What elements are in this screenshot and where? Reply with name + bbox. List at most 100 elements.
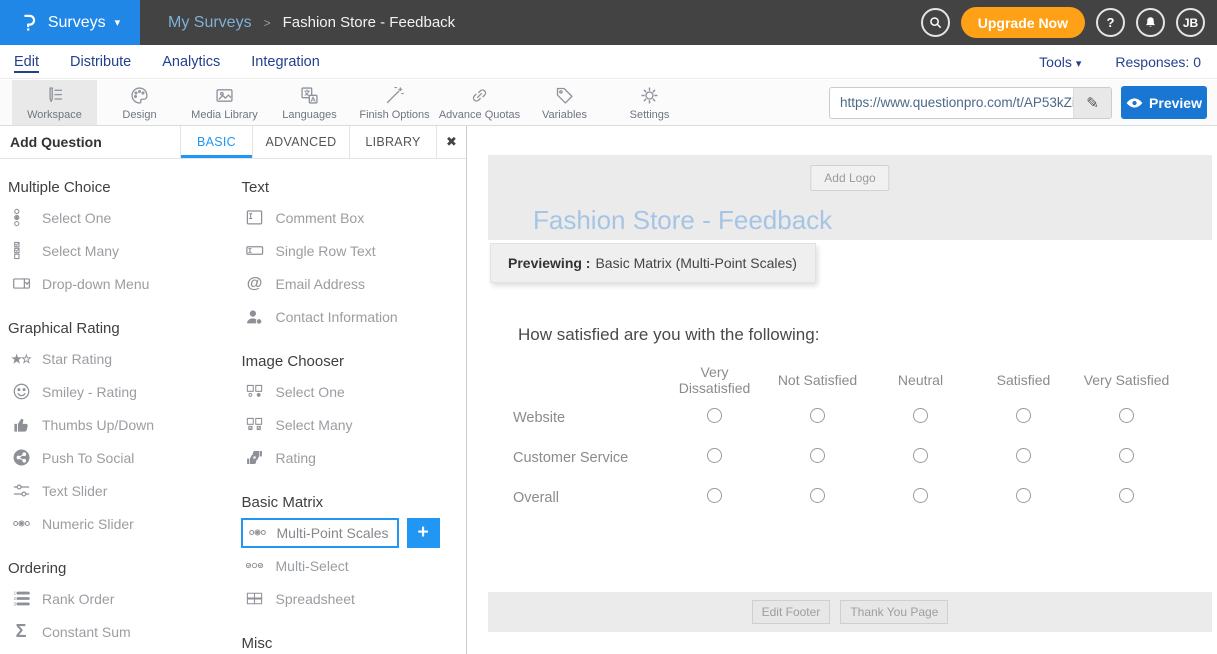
tab-advanced[interactable]: ADVANCED	[252, 126, 349, 158]
rank-list-icon: 123	[8, 589, 34, 608]
radio-button[interactable]	[913, 488, 928, 503]
qtype-push-to-social[interactable]: Push To Social	[0, 441, 234, 474]
toolbar-media-library[interactable]: Media Library	[182, 80, 267, 125]
dropdown-icon	[8, 274, 34, 293]
section-multiple-choice: Multiple Choice	[8, 179, 234, 197]
questionpro-logo-icon	[20, 13, 39, 32]
edit-url-button[interactable]: ✎	[1073, 88, 1111, 118]
toolbar-workspace[interactable]: Workspace	[12, 80, 97, 125]
close-panel-button[interactable]: ✖	[436, 126, 466, 158]
wand-icon	[384, 85, 405, 106]
column-header: Neutral	[869, 362, 972, 398]
radio-button[interactable]	[1016, 408, 1031, 423]
radio-button[interactable]	[810, 408, 825, 423]
qtype-email-address[interactable]: @ Email Address	[234, 267, 467, 300]
qtype-thumbs-updown[interactable]: Thumbs Up/Down	[0, 408, 234, 441]
svg-text:2: 2	[13, 596, 16, 602]
nav-items: Edit Distribute Analytics Integration	[0, 54, 320, 70]
top-bar: Surveys ▾ My Surveys > Fashion Store - F…	[0, 0, 1217, 45]
toolbar-finish-options[interactable]: Finish Options	[352, 80, 437, 125]
qtype-image-select-many[interactable]: Select Many	[234, 408, 467, 441]
qtype-dropdown-menu[interactable]: Drop-down Menu	[0, 267, 234, 300]
search-button[interactable]	[921, 8, 950, 37]
tab-distribute[interactable]: Distribute	[70, 54, 131, 70]
selected-question-type[interactable]: Multi-Point Scales	[241, 518, 399, 548]
notifications-button[interactable]	[1136, 8, 1165, 37]
matrix-header-row: Very Dissatisfied Not Satisfied Neutral …	[513, 362, 1178, 398]
section-image-chooser: Image Chooser	[242, 353, 467, 371]
breadcrumb-survey-name: Fashion Store - Feedback	[283, 14, 456, 31]
tools-menu[interactable]: Tools▾	[1039, 54, 1081, 70]
upgrade-now-button[interactable]: Upgrade Now	[961, 7, 1085, 38]
qtype-constant-sum[interactable]: Σ Constant Sum	[0, 615, 234, 648]
survey-url-input[interactable]	[830, 88, 1073, 118]
radio-button[interactable]	[913, 448, 928, 463]
qtype-spreadsheet[interactable]: Spreadsheet	[234, 582, 467, 615]
edit-footer-button[interactable]: Edit Footer	[752, 600, 831, 624]
qtype-numeric-slider[interactable]: Numeric Slider	[0, 507, 234, 540]
chevron-down-icon: ▾	[1076, 58, 1082, 70]
svg-text:1: 1	[13, 591, 16, 597]
add-question-plus-button[interactable]: +	[407, 518, 440, 548]
qtype-multi-select[interactable]: Multi-Select	[234, 549, 467, 582]
column-header: Very Satisfied	[1075, 362, 1178, 398]
qtype-image-rating[interactable]: Rating	[234, 441, 467, 474]
row-label: Customer Service	[513, 438, 663, 478]
tab-integration[interactable]: Integration	[251, 54, 320, 70]
tab-basic[interactable]: BASIC	[180, 126, 252, 158]
radio-button[interactable]	[1016, 448, 1031, 463]
qtype-text-slider[interactable]: Text Slider	[0, 474, 234, 507]
toolbar-settings[interactable]: Settings	[607, 80, 692, 125]
qtype-comment-box[interactable]: Comment Box	[234, 201, 467, 234]
radio-button[interactable]	[810, 448, 825, 463]
add-logo-button[interactable]: Add Logo	[810, 165, 889, 191]
qtype-contact-information[interactable]: Contact Information	[234, 300, 467, 333]
qtype-rank-order[interactable]: 123 Rank Order	[0, 582, 234, 615]
svg-text:3: 3	[13, 602, 16, 608]
radio-button[interactable]	[1119, 448, 1134, 463]
responses-count[interactable]: Responses: 0	[1115, 54, 1201, 70]
survey-preview-region: Add Logo Fashion Store - Feedback Previe…	[468, 126, 1217, 654]
breadcrumb-my-surveys[interactable]: My Surveys	[168, 14, 252, 32]
qtype-select-many[interactable]: Select Many	[0, 234, 234, 267]
qtype-partial-clipped[interactable]	[0, 648, 234, 654]
qtype-multi-point-scales[interactable]: Multi-Point Scales +	[234, 516, 467, 549]
single-row-icon	[242, 241, 268, 260]
survey-body: Previewing : Basic Matrix (Multi-Point S…	[488, 240, 1212, 592]
radio-button[interactable]	[810, 488, 825, 503]
panel-header: Add Question BASIC ADVANCED LIBRARY ✖	[0, 126, 466, 159]
chain-links-icon	[469, 85, 490, 106]
preview-button[interactable]: Preview	[1121, 86, 1207, 119]
radio-button[interactable]	[1119, 488, 1134, 503]
topbar-actions: Upgrade Now ? JB	[921, 7, 1217, 38]
toolbar-languages[interactable]: Languages	[267, 80, 352, 125]
previewing-label: Previewing :	[508, 255, 590, 271]
toolbar-design[interactable]: Design	[97, 80, 182, 125]
radio-button[interactable]	[1016, 488, 1031, 503]
radio-button[interactable]	[707, 408, 722, 423]
qtype-image-select-one[interactable]: Select One	[234, 375, 467, 408]
thank-you-page-button[interactable]: Thank You Page	[840, 600, 948, 624]
radio-button[interactable]	[1119, 408, 1134, 423]
avatar[interactable]: JB	[1176, 8, 1205, 37]
toolbar-advance-quotas[interactable]: Advance Quotas	[437, 80, 522, 125]
qtype-smiley-rating[interactable]: Smiley - Rating	[0, 375, 234, 408]
radio-button[interactable]	[913, 408, 928, 423]
product-switcher[interactable]: Surveys ▾	[0, 0, 140, 45]
breadcrumb: My Surveys > Fashion Store - Feedback	[168, 14, 455, 32]
section-graphical-rating: Graphical Rating	[8, 320, 234, 338]
qtype-single-row-text[interactable]: Single Row Text	[234, 234, 467, 267]
tab-analytics[interactable]: Analytics	[162, 54, 220, 70]
toolbar-variables[interactable]: Variables	[522, 80, 607, 125]
radio-button[interactable]	[707, 488, 722, 503]
qtype-select-one[interactable]: Select One	[0, 201, 234, 234]
help-button[interactable]: ?	[1096, 8, 1125, 37]
qtype-star-rating[interactable]: ★☆ Star Rating	[0, 342, 234, 375]
point-scale-icon	[8, 514, 34, 533]
question-text: How satisfied are you with the following…	[518, 325, 819, 345]
radio-button[interactable]	[707, 448, 722, 463]
tab-library[interactable]: LIBRARY	[349, 126, 436, 158]
question-mark-icon: ?	[1107, 15, 1115, 30]
tab-edit[interactable]: Edit	[14, 54, 39, 70]
toolbar-right: ✎ Preview	[829, 80, 1217, 125]
